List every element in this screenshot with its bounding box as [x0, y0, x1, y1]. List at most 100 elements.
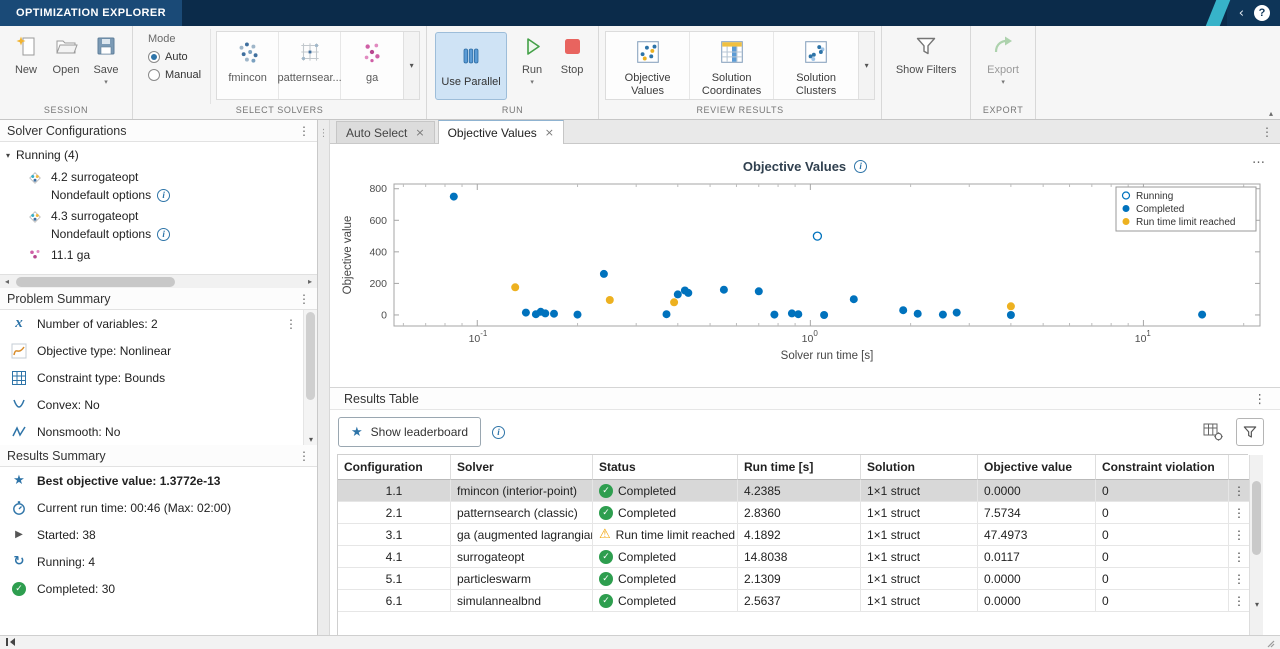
results-table-menu-icon[interactable]: ⋮ [1254, 391, 1267, 406]
table-cell[interactable]: 0.0117 [978, 546, 1096, 568]
review-gallery-dropdown[interactable]: ▾ [858, 32, 874, 99]
tab-objective-values[interactable]: Objective Values × [438, 120, 564, 144]
table-cell[interactable]: 0 [1096, 590, 1229, 612]
row-menu-button[interactable]: ⋮ [1229, 502, 1249, 524]
problem-summary-menu-icon[interactable]: ⋮ [298, 292, 310, 306]
table-cell[interactable]: 4.1892 [738, 524, 861, 546]
table-cell[interactable]: 1×1 struct [861, 480, 978, 502]
info-icon[interactable]: i [157, 189, 170, 202]
table-cell[interactable]: 0 [1096, 524, 1229, 546]
table-cell[interactable]: ✓Completed [593, 546, 738, 568]
row-menu-icon[interactable]: ⋮ [285, 317, 297, 331]
table-cell[interactable]: 0 [1096, 502, 1229, 524]
table-cell[interactable]: 1×1 struct [861, 568, 978, 590]
panel-splitter[interactable]: ⋮ [318, 120, 330, 635]
table-cell[interactable]: 2.1309 [738, 568, 861, 590]
table-cell[interactable]: ✓Completed [593, 502, 738, 524]
save-dropdown-icon[interactable]: ▾ [104, 78, 108, 86]
scroll-down-icon[interactable]: ▾ [1250, 600, 1264, 609]
row-menu-button[interactable]: ⋮ [1229, 568, 1249, 590]
chevron-left-icon[interactable]: ‹ [1239, 6, 1244, 21]
table-cell[interactable]: 1×1 struct [861, 546, 978, 568]
tree-item-config[interactable]: 4.3 surrogateopt Nondefault optionsi [0, 205, 317, 244]
open-button[interactable]: Open [46, 29, 86, 104]
table-cell[interactable]: 4.1 [338, 546, 451, 568]
results-summary-menu-icon[interactable]: ⋮ [298, 449, 310, 463]
table-cell[interactable]: 14.8038 [738, 546, 861, 568]
solver-configurations-menu-icon[interactable]: ⋮ [298, 124, 310, 138]
table-cell[interactable]: 3.1 [338, 524, 451, 546]
tree-group-running[interactable]: ▾ Running (4) [0, 142, 317, 166]
table-row[interactable]: 4.1surrogateopt✓Completed14.80381×1 stru… [338, 546, 1248, 568]
table-cell[interactable]: 0.0000 [978, 480, 1096, 502]
scroll-down-icon[interactable]: ▾ [304, 435, 318, 444]
row-menu-button[interactable]: ⋮ [1229, 546, 1249, 568]
filter-table-button[interactable] [1236, 418, 1264, 446]
table-cell[interactable]: ✓Completed [593, 590, 738, 612]
table-row[interactable]: 1.1fmincon (interior-point)✓Completed4.2… [338, 480, 1248, 502]
vertical-scrollbar[interactable]: ▾ [303, 310, 317, 445]
mode-auto-radio[interactable]: Auto [148, 51, 201, 63]
table-cell[interactable]: 0.0000 [978, 568, 1096, 590]
column-header[interactable]: Constraint violation [1096, 455, 1229, 480]
show-filters-button[interactable]: Show Filters [888, 29, 964, 104]
scrollbar-thumb[interactable] [16, 277, 175, 287]
solver-fmincon-button[interactable]: fmincon [217, 32, 279, 99]
run-button[interactable]: Run ▾ [512, 29, 552, 104]
scroll-right-icon[interactable]: ▸ [303, 277, 317, 286]
table-cell[interactable]: 1×1 struct [861, 590, 978, 612]
info-icon[interactable]: i [854, 160, 867, 173]
table-cell[interactable]: fmincon (interior-point) [451, 480, 593, 502]
solution-coordinates-button[interactable]: SolutionCoordinates [690, 32, 774, 99]
splitter-handle-icon[interactable]: ⋮ [319, 128, 329, 635]
table-cell[interactable]: 7.5734 [978, 502, 1096, 524]
table-cell[interactable]: 4.2385 [738, 480, 861, 502]
mode-manual-radio[interactable]: Manual [148, 69, 201, 81]
table-cell[interactable]: 1×1 struct [861, 502, 978, 524]
row-menu-button[interactable]: ⋮ [1229, 480, 1249, 502]
table-cell[interactable]: 0.0000 [978, 590, 1096, 612]
info-icon[interactable]: i [492, 426, 505, 439]
info-icon[interactable]: i [157, 228, 170, 241]
solver-patternsearch-button[interactable]: patternsear... [279, 32, 341, 99]
table-cell[interactable]: 1.1 [338, 480, 451, 502]
expander-icon[interactable]: ▾ [6, 151, 10, 160]
column-header[interactable]: Objective value [978, 455, 1096, 480]
row-menu-button[interactable]: ⋮ [1229, 524, 1249, 546]
tree-item-config[interactable]: 4.2 surrogateopt Nondefault optionsi [0, 166, 317, 205]
column-header[interactable]: Status [593, 455, 738, 480]
table-cell[interactable]: 2.8360 [738, 502, 861, 524]
table-row[interactable]: 6.1simulannealbnd✓Completed2.56371×1 str… [338, 590, 1248, 612]
table-cell[interactable]: 2.1 [338, 502, 451, 524]
table-vertical-scrollbar[interactable]: ▾ [1249, 455, 1263, 635]
solver-gallery-dropdown[interactable]: ▾ [403, 32, 419, 99]
close-icon[interactable]: × [415, 126, 424, 139]
table-cell[interactable]: 6.1 [338, 590, 451, 612]
horizontal-scrollbar[interactable]: ◂ ▸ [0, 274, 317, 288]
new-button[interactable]: New [6, 29, 46, 104]
table-cell[interactable]: 0 [1096, 546, 1229, 568]
scrollbar-thumb[interactable] [306, 312, 315, 400]
scroll-left-icon[interactable]: ◂ [0, 277, 14, 286]
table-cell[interactable]: patternsearch (classic) [451, 502, 593, 524]
app-tab[interactable]: OPTIMIZATION EXPLORER [0, 0, 182, 26]
export-button[interactable]: Export ▾ [977, 29, 1029, 104]
help-icon[interactable]: ? [1254, 5, 1270, 21]
column-header[interactable]: Solution [861, 455, 978, 480]
scrollbar-thumb[interactable] [1252, 481, 1261, 555]
table-cell[interactable]: ⚠Run time limit reached [593, 524, 738, 546]
table-cell[interactable]: 5.1 [338, 568, 451, 590]
table-row[interactable]: 3.1ga (augmented lagrangian)⚠Run time li… [338, 524, 1248, 546]
table-cell[interactable]: simulannealbnd [451, 590, 593, 612]
table-cell[interactable]: ga (augmented lagrangian) [451, 524, 593, 546]
table-cell[interactable]: particleswarm [451, 568, 593, 590]
customize-columns-button[interactable] [1199, 418, 1227, 446]
table-cell[interactable]: 0 [1096, 568, 1229, 590]
collapse-ribbon-icon[interactable]: ▴ [1269, 109, 1273, 118]
table-row[interactable]: 2.1patternsearch (classic)✓Completed2.83… [338, 502, 1248, 524]
table-cell[interactable]: 1×1 struct [861, 524, 978, 546]
solution-clusters-button[interactable]: SolutionClusters [774, 32, 858, 99]
column-header[interactable]: Configuration [338, 455, 451, 480]
table-cell[interactable]: surrogateopt [451, 546, 593, 568]
table-cell[interactable]: ✓Completed [593, 480, 738, 502]
